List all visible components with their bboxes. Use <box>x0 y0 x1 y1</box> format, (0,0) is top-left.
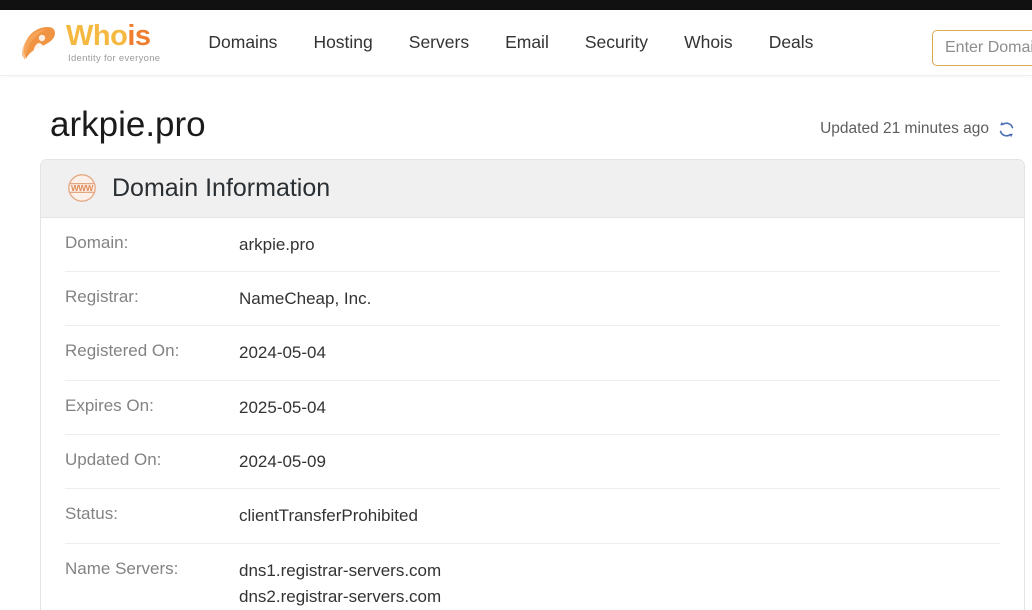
row-value-updated-on: 2024-05-09 <box>239 451 326 471</box>
svg-text:WWW: WWW <box>71 184 94 193</box>
row-label-domain: Domain: <box>65 232 129 252</box>
page-header-row: arkpie.pro Updated 21 minutes ago <box>0 76 1032 159</box>
table-row: Registered On: 2024-05-04 <box>65 326 1000 381</box>
table-row: Expires On: 2025-05-04 <box>65 381 1000 435</box>
table-row: Registrar: NameCheap, Inc. <box>65 272 1000 327</box>
table-row: Status: clientTransferProhibited <box>65 489 1000 544</box>
page-title: arkpie.pro <box>50 105 206 144</box>
row-value-name-servers: dns1.registrar-servers.com dns2.registra… <box>239 558 1000 610</box>
name-server-entry: dns2.registrar-servers.com <box>239 586 442 606</box>
top-black-bar <box>0 0 1032 10</box>
table-row: Domain: arkpie.pro <box>65 218 1000 272</box>
nav-item-security[interactable]: Security <box>567 26 666 59</box>
site-header: Whois Identity for everyone Domains Host… <box>0 10 1032 76</box>
row-label-registered-on: Registered On: <box>65 341 180 361</box>
row-value-expires-on: 2025-05-04 <box>239 397 326 417</box>
nav-item-servers[interactable]: Servers <box>391 26 487 59</box>
main-navigation: Domains Hosting Servers Email Security W… <box>190 26 831 59</box>
card-header: WWW Domain Information <box>41 159 1024 218</box>
row-label-status: Status: <box>65 504 118 524</box>
row-label-updated-on: Updated On: <box>65 449 162 469</box>
row-value-status: clientTransferProhibited <box>239 506 418 526</box>
card-body: Domain: arkpie.pro Registrar: NameCheap,… <box>41 217 1024 610</box>
table-row: Name Servers: dns1.registrar-servers.com… <box>65 544 1000 610</box>
whois-swirl-logo-icon <box>18 22 60 64</box>
updated-text: Updated 21 minutes ago <box>820 120 989 137</box>
www-globe-icon: WWW <box>65 171 99 205</box>
nav-item-domains[interactable]: Domains <box>190 26 295 59</box>
row-value-registrar: NameCheap, Inc. <box>239 288 372 308</box>
site-logo[interactable]: Whois Identity for everyone <box>18 19 161 64</box>
header-search <box>932 30 1032 66</box>
table-row: Updated On: 2024-05-09 <box>65 435 1000 490</box>
refresh-sync-icon[interactable] <box>997 120 1016 139</box>
logo-word-part2: is <box>127 19 151 52</box>
row-value-registered-on: 2024-05-04 <box>239 343 326 363</box>
nav-item-whois[interactable]: Whois <box>666 26 751 59</box>
card-title: Domain Information <box>112 173 331 202</box>
row-label-expires-on: Expires On: <box>65 395 154 415</box>
domain-information-card: WWW Domain Information Domain: arkpie.pr… <box>40 158 1025 610</box>
logo-word-part1: Who <box>66 19 128 52</box>
row-label-registrar: Registrar: <box>65 286 139 306</box>
nav-item-email[interactable]: Email <box>487 26 567 59</box>
row-value-domain: arkpie.pro <box>239 234 315 254</box>
nav-item-hosting[interactable]: Hosting <box>295 26 390 59</box>
updated-status: Updated 21 minutes ago <box>820 120 1024 145</box>
name-server-entry: dns1.registrar-servers.com <box>239 560 442 580</box>
nav-item-deals[interactable]: Deals <box>751 26 832 59</box>
row-label-name-servers: Name Servers: <box>65 558 179 578</box>
domain-search-input[interactable] <box>932 30 1032 66</box>
logo-tagline: Identity for everyone <box>68 52 161 64</box>
page-content: arkpie.pro Updated 21 minutes ago WWW Do… <box>0 76 1032 610</box>
